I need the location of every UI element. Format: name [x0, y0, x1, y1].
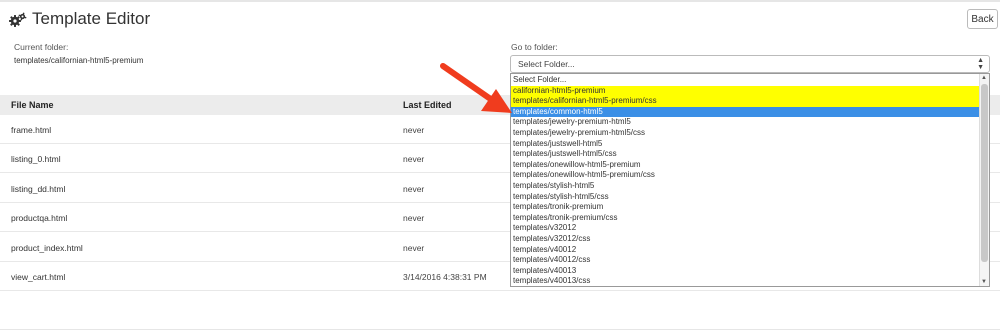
folder-select[interactable]: Select Folder... ▲ ▼ [510, 55, 990, 73]
folder-select-value: Select Folder... [518, 59, 575, 69]
file-name-cell[interactable]: listing_dd.html [11, 184, 65, 194]
back-button[interactable]: Back [967, 9, 998, 29]
page-title: Template Editor [32, 9, 151, 28]
folder-option[interactable]: templates/v40013 [511, 266, 979, 277]
folder-option[interactable]: Select Folder... [511, 75, 979, 86]
scroll-up-icon[interactable]: ▲ [981, 75, 987, 81]
current-folder-value: templates/californian-html5-premium [14, 56, 144, 65]
file-name-cell[interactable]: product_index.html [11, 243, 83, 253]
folder-option-selected[interactable]: templates/common-html5 [511, 106, 979, 118]
select-arrows-icon: ▲ ▼ [977, 57, 984, 71]
folder-dropdown-list[interactable]: Select Folder... californian-html5-premi… [510, 73, 990, 287]
folder-option[interactable]: templates/v40013/css [511, 276, 979, 286]
goto-folder-label: Go to folder: [511, 42, 558, 52]
bottom-divider [0, 329, 1000, 330]
folder-option[interactable]: templates/onewillow-html5-premium/css [511, 170, 979, 181]
folder-option[interactable]: templates/tronik-premium/css [511, 213, 979, 224]
folder-option[interactable]: templates/stylish-html5/css [511, 192, 979, 203]
folder-option[interactable]: templates/v32012 [511, 223, 979, 234]
scroll-down-icon[interactable]: ▼ [981, 279, 987, 285]
gears-icon [9, 12, 27, 28]
file-name-cell[interactable]: view_cart.html [11, 272, 65, 282]
folder-option[interactable]: templates/onewillow-html5-premium [511, 160, 979, 171]
folder-option[interactable]: templates/justswell-html5/css [511, 149, 979, 160]
last-edited-cell: 3/14/2016 4:38:31 PM [403, 272, 487, 282]
folder-option[interactable]: templates/stylish-html5 [511, 181, 979, 192]
folder-option[interactable]: templates/jewelry-premium-html5 [511, 117, 979, 128]
file-name-cell[interactable]: productqa.html [11, 213, 67, 223]
top-border [0, 0, 1000, 2]
last-edited-cell: never [403, 213, 425, 223]
folder-option[interactable]: templates/v40012 [511, 245, 979, 256]
last-edited-cell: never [403, 243, 425, 253]
folder-option[interactable]: templates/v32012/css [511, 234, 979, 245]
current-folder-label: Current folder: [14, 42, 69, 52]
column-header-file-name: File Name [11, 100, 54, 110]
annotation-arrow-icon [440, 63, 512, 113]
last-edited-cell: never [403, 184, 425, 194]
last-edited-cell: never [403, 125, 425, 135]
folder-option-highlighted[interactable]: californian-html5-premium [511, 85, 979, 97]
folder-option-highlighted[interactable]: templates/californian-html5-premium/css [511, 96, 979, 107]
folder-option[interactable]: templates/v40012/css [511, 255, 979, 266]
folder-option[interactable]: templates/tronik-premium [511, 202, 979, 213]
scrollbar-thumb[interactable] [981, 84, 988, 262]
folder-option[interactable]: templates/jewelry-premium-html5/css [511, 128, 979, 139]
dropdown-scrollbar[interactable]: ▲ ▼ [979, 74, 989, 286]
folder-option[interactable]: templates/justswell-html5 [511, 139, 979, 150]
file-name-cell[interactable]: listing_0.html [11, 154, 61, 164]
file-name-cell[interactable]: frame.html [11, 125, 51, 135]
last-edited-cell: never [403, 154, 425, 164]
